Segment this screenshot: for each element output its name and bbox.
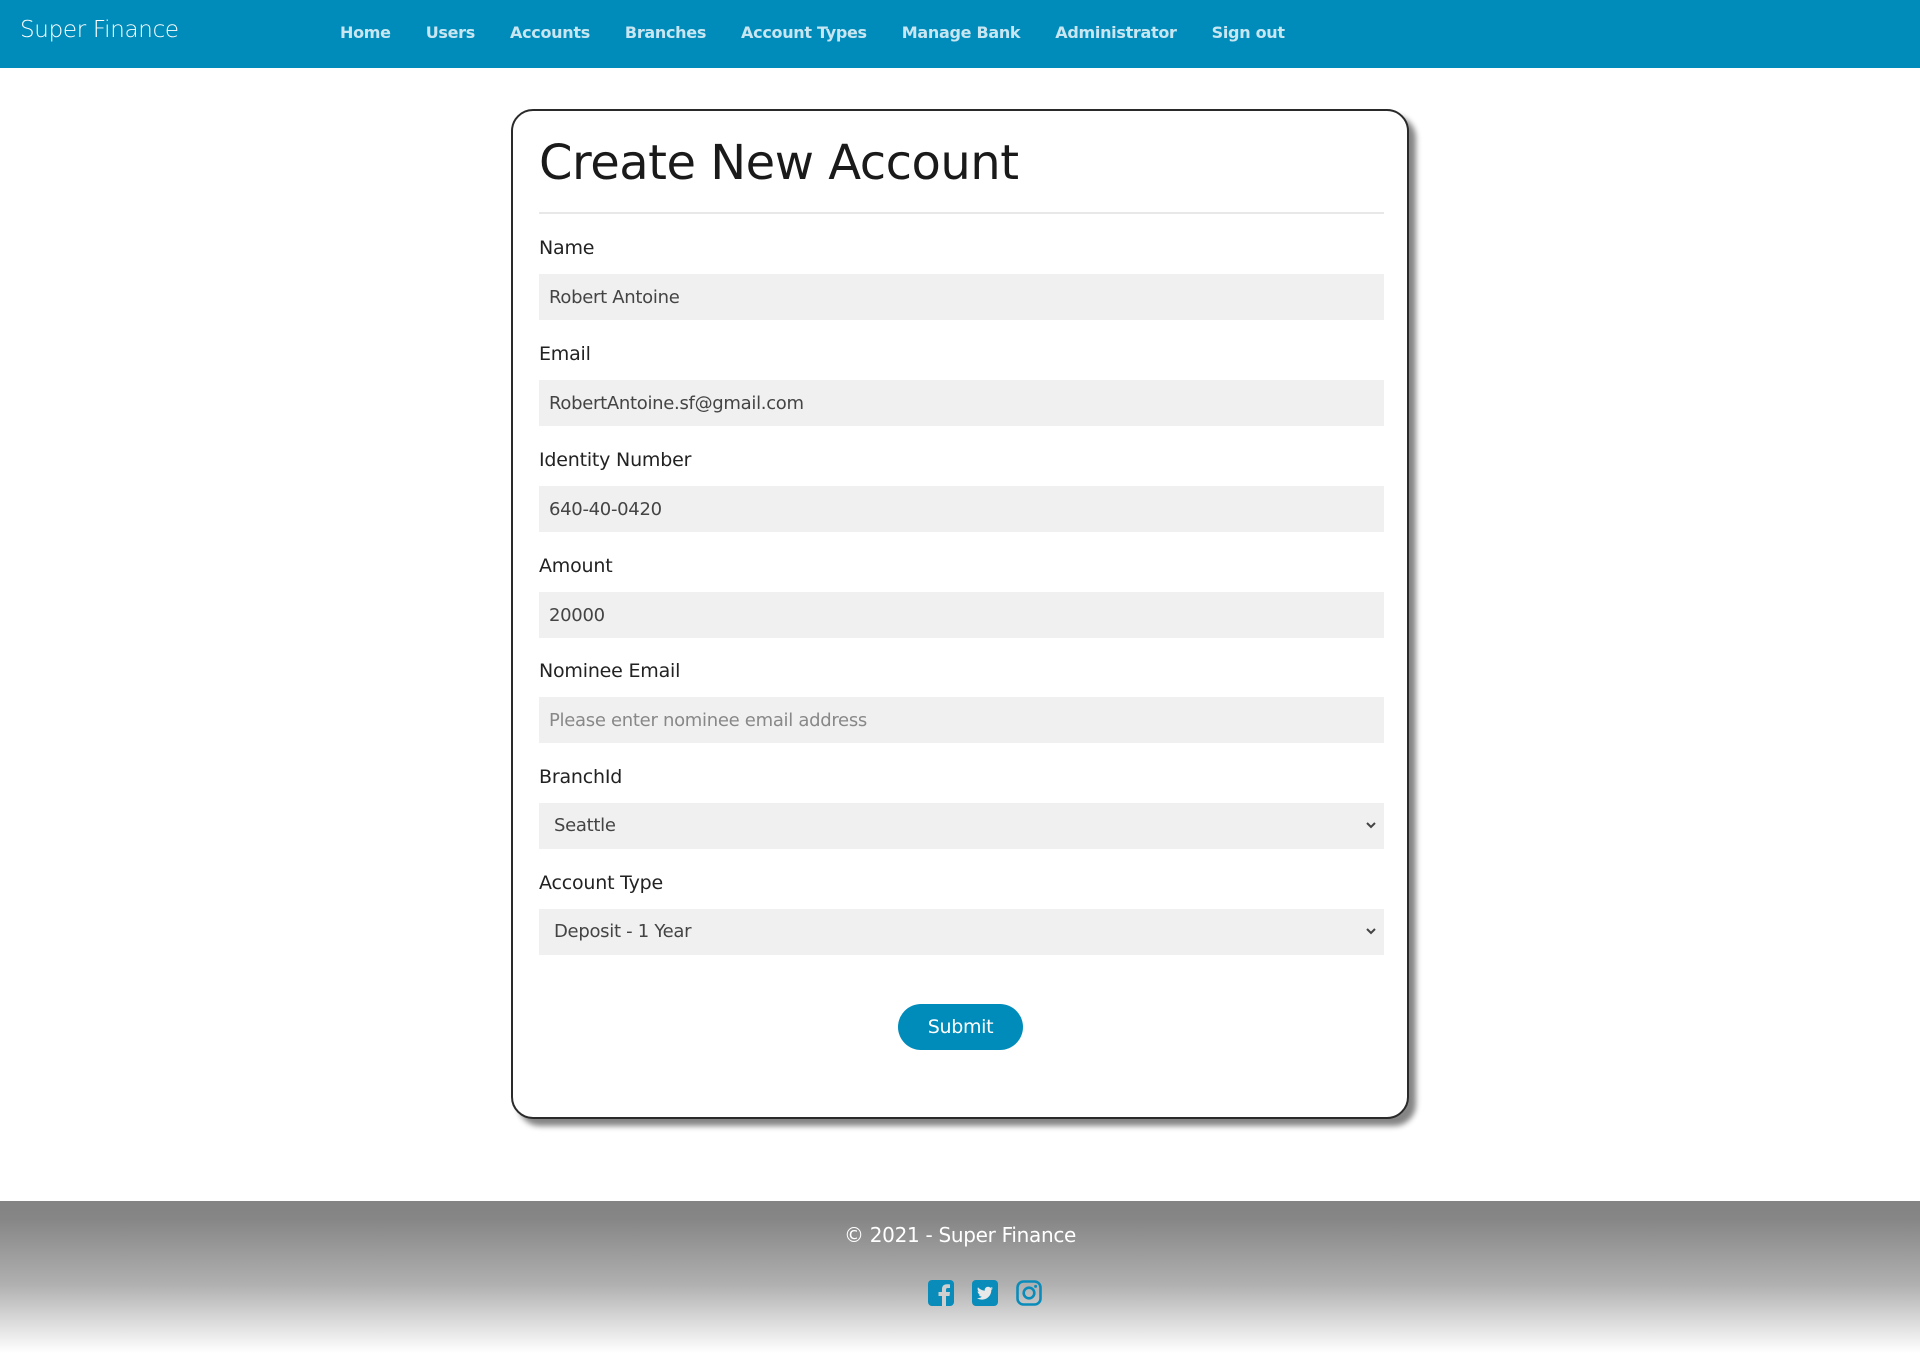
- account-type-selected-value: Deposit - 1 Year: [554, 921, 692, 942]
- account-type-label: Account Type: [539, 872, 663, 894]
- branch-select[interactable]: Seattle: [539, 803, 1384, 849]
- branch-label: BranchId: [539, 766, 623, 788]
- create-account-card: Create New Account Name Email Identity N…: [511, 109, 1409, 1119]
- name-input[interactable]: [539, 274, 1384, 320]
- title-divider: [539, 212, 1384, 214]
- amount-label: Amount: [539, 555, 613, 577]
- instagram-icon[interactable]: [1016, 1280, 1042, 1306]
- branch-selected-value: Seattle: [554, 815, 616, 836]
- twitter-icon[interactable]: [972, 1280, 998, 1306]
- nav-users[interactable]: Users: [426, 23, 476, 42]
- footer: © 2021 - Super Finance: [0, 1201, 1920, 1353]
- email-label: Email: [539, 343, 591, 365]
- chevron-down-icon: [1366, 822, 1376, 829]
- brand-link[interactable]: Super Finance: [20, 17, 179, 43]
- nav-administrator[interactable]: Administrator: [1055, 23, 1177, 42]
- nav-sign-out[interactable]: Sign out: [1212, 23, 1285, 42]
- nominee-email-input[interactable]: [539, 697, 1384, 743]
- social-links: [928, 1280, 1060, 1306]
- identity-number-input[interactable]: [539, 486, 1384, 532]
- name-label: Name: [539, 237, 595, 259]
- email-input[interactable]: [539, 380, 1384, 426]
- nav-accounts[interactable]: Accounts: [510, 23, 590, 42]
- nav-account-types[interactable]: Account Types: [741, 23, 867, 42]
- account-type-select[interactable]: Deposit - 1 Year: [539, 909, 1384, 955]
- nav-manage-bank[interactable]: Manage Bank: [902, 23, 1021, 42]
- page-title: Create New Account: [539, 135, 1019, 191]
- copyright-text: © 2021 - Super Finance: [843, 1223, 1077, 1247]
- submit-button[interactable]: Submit: [898, 1004, 1023, 1050]
- facebook-icon[interactable]: [928, 1280, 954, 1306]
- identity-number-label: Identity Number: [539, 449, 692, 471]
- chevron-down-icon: [1366, 928, 1376, 935]
- nominee-email-label: Nominee Email: [539, 660, 681, 682]
- nav-menu: Home Users Accounts Branches Account Typ…: [340, 23, 1320, 42]
- nav-branches[interactable]: Branches: [625, 23, 706, 42]
- amount-input[interactable]: [539, 592, 1384, 638]
- nav-home[interactable]: Home: [340, 23, 391, 42]
- navbar: Super Finance Home Users Accounts Branch…: [0, 0, 1920, 68]
